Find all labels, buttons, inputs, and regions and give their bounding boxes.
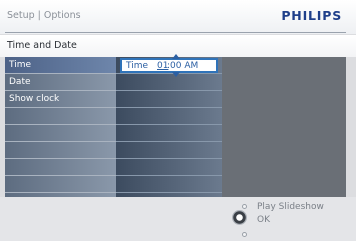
menu-empty-row <box>5 159 116 176</box>
submenu-row <box>116 176 222 193</box>
brand-logo: PHILIPS <box>281 8 342 23</box>
submenu-row <box>116 142 222 159</box>
header: Setup | Options PHILIPS <box>0 0 356 34</box>
time-field-label: Time <box>126 61 149 71</box>
submenu-column <box>116 57 222 197</box>
menu-item-label: Time <box>9 60 32 70</box>
up-key-dot-icon <box>242 204 247 209</box>
menu-item-date[interactable]: Date <box>5 74 116 91</box>
submenu-row <box>116 108 222 125</box>
section-title: Time and Date <box>7 40 77 51</box>
menu-item-time[interactable]: Time <box>5 57 116 74</box>
menu-column: Time Date Show clock <box>5 57 116 197</box>
time-spinner-field[interactable]: Time 01 :00 AM <box>120 54 218 77</box>
menu-empty-row <box>5 142 116 159</box>
menu-empty-row <box>5 176 116 193</box>
header-divider <box>5 32 346 33</box>
time-minute-ampm-value: :00 AM <box>167 61 199 71</box>
photo-frame-screen: Setup | Options PHILIPS Time and Date Ti… <box>0 0 356 241</box>
menu-item-label: Date <box>9 77 31 87</box>
breadcrumb: Setup | Options <box>7 10 81 21</box>
footer-controls: Play Slideshow OK <box>0 197 356 241</box>
down-key-dot-icon <box>242 232 247 237</box>
preview-area <box>222 57 346 197</box>
ok-button-icon[interactable] <box>232 210 247 225</box>
menu-empty-row <box>5 108 116 125</box>
menu-item-label: Show clock <box>9 94 60 104</box>
spin-up-arrow-icon[interactable] <box>172 54 180 59</box>
spin-down-arrow-icon[interactable] <box>172 72 180 77</box>
menu-item-show-clock[interactable]: Show clock <box>5 91 116 108</box>
submenu-row <box>116 159 222 176</box>
submenu-row <box>116 125 222 142</box>
settings-panel: Time Date Show clock Time 01:00 AM <box>5 54 346 197</box>
submenu-row <box>116 74 222 91</box>
ok-label: OK <box>257 215 270 225</box>
submenu-row <box>116 91 222 108</box>
menu-empty-row <box>5 125 116 142</box>
play-slideshow-label: Play Slideshow <box>257 202 324 212</box>
